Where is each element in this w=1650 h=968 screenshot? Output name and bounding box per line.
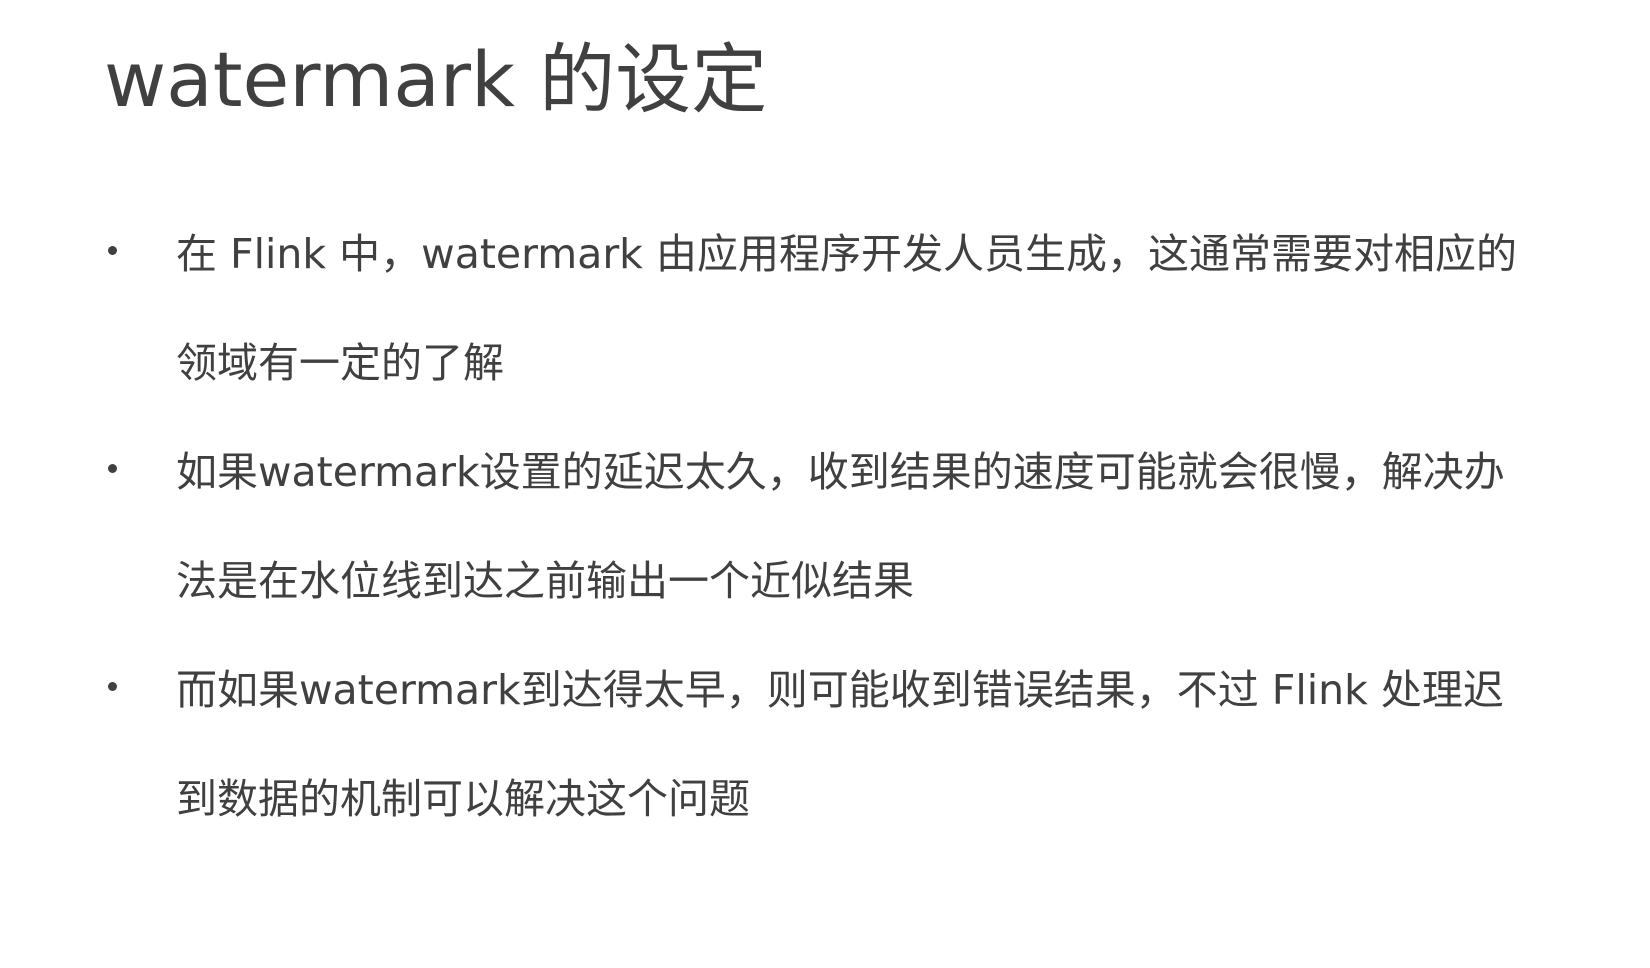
bullet-dot-icon <box>108 246 117 255</box>
bullet-line: 在 Flink 中，watermark 由应用程序开发人员生成，这通常需要对相应… <box>176 230 1517 278</box>
bullet-item-3: 而如果watermark到达得太早，则可能收到错误结果，不过 Flink 处理迟… <box>104 636 1624 854</box>
bullet-line: 到数据的机制可以解决这个问题 <box>176 775 750 823</box>
bullet-line: 而如果watermark到达得太早，则可能收到错误结果，不过 Flink 处理迟 <box>176 666 1504 714</box>
bullet-list: 在 Flink 中，watermark 由应用程序开发人员生成，这通常需要对相应… <box>104 200 1624 854</box>
bullet-text: 如果watermark设置的延迟太久，收到结果的速度可能就会很慢，解决办 法是在… <box>176 418 1624 636</box>
bullet-item-1: 在 Flink 中，watermark 由应用程序开发人员生成，这通常需要对相应… <box>104 200 1624 418</box>
bullet-text: 在 Flink 中，watermark 由应用程序开发人员生成，这通常需要对相应… <box>176 200 1624 418</box>
bullet-text: 而如果watermark到达得太早，则可能收到错误结果，不过 Flink 处理迟… <box>176 636 1624 854</box>
bullet-line: 领域有一定的了解 <box>176 339 504 387</box>
bullet-dot-icon <box>108 464 117 473</box>
bullet-line: 法是在水位线到达之前输出一个近似结果 <box>176 557 914 605</box>
slide: watermark 的设定 在 Flink 中，watermark 由应用程序开… <box>0 0 1650 968</box>
bullet-dot-icon <box>108 682 117 691</box>
bullet-line: 如果watermark设置的延迟太久，收到结果的速度可能就会很慢，解决办 <box>176 448 1505 496</box>
bullet-item-2: 如果watermark设置的延迟太久，收到结果的速度可能就会很慢，解决办 法是在… <box>104 418 1624 636</box>
slide-title: watermark 的设定 <box>104 35 768 124</box>
